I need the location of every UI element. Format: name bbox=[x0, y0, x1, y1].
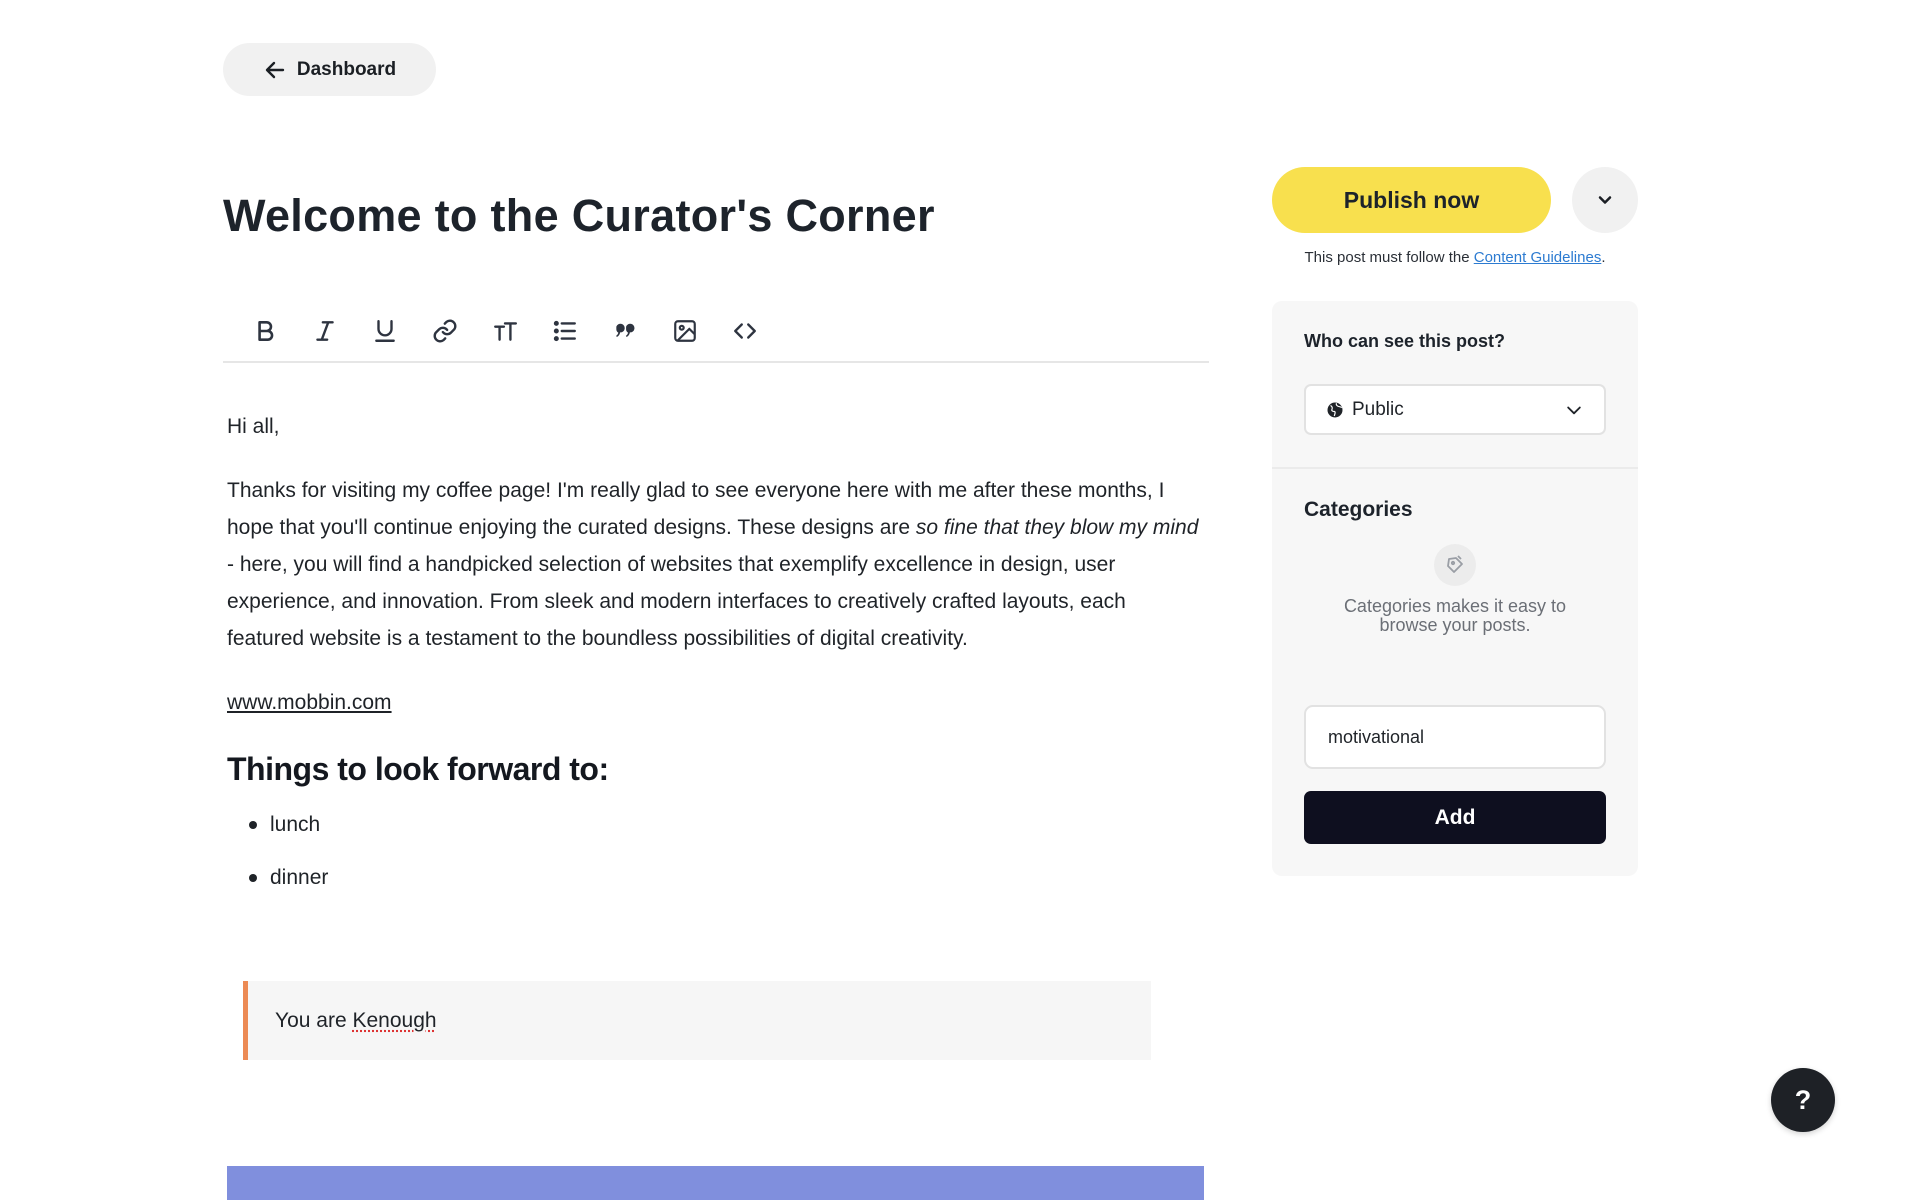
visibility-value: Public bbox=[1352, 399, 1404, 421]
intro-paragraph: Thanks for visiting my coffee page! I'm … bbox=[227, 472, 1207, 657]
link-icon bbox=[432, 318, 458, 344]
formatting-toolbar bbox=[223, 300, 1209, 363]
visibility-select[interactable]: Public bbox=[1304, 384, 1606, 435]
list-icon bbox=[552, 318, 578, 344]
post-body-editor[interactable]: Hi all, Thanks for visiting my coffee pa… bbox=[227, 408, 1207, 912]
arrow-left-icon bbox=[263, 58, 287, 82]
misspelled-word: Kenough bbox=[352, 1009, 436, 1033]
note-suffix: . bbox=[1601, 249, 1605, 266]
tag-icon-badge bbox=[1434, 544, 1476, 586]
categories-label: Categories bbox=[1304, 498, 1413, 522]
insert-image-button[interactable] bbox=[655, 309, 715, 353]
blockquote-button[interactable] bbox=[595, 309, 655, 353]
card-divider bbox=[1272, 467, 1638, 469]
content-guidelines-link[interactable]: Content Guidelines bbox=[1474, 249, 1602, 266]
link-button[interactable] bbox=[415, 309, 475, 353]
tag-icon bbox=[1443, 553, 1467, 577]
bold-icon bbox=[252, 318, 278, 344]
add-category-button[interactable]: Add bbox=[1304, 791, 1606, 844]
code-icon bbox=[732, 318, 758, 344]
chevron-down-icon bbox=[1564, 400, 1584, 420]
text-size-button[interactable] bbox=[475, 309, 535, 353]
italic-button[interactable] bbox=[295, 309, 355, 353]
underline-button[interactable] bbox=[355, 309, 415, 353]
code-button[interactable] bbox=[715, 309, 775, 353]
post-settings-card: Who can see this post? Public Categories… bbox=[1272, 301, 1638, 876]
globe-icon bbox=[1326, 401, 1344, 419]
list-item: dinner bbox=[247, 859, 1207, 896]
publish-now-button[interactable]: Publish now bbox=[1272, 167, 1551, 233]
visibility-label: Who can see this post? bbox=[1304, 331, 1505, 352]
bullet-list: lunch dinner bbox=[227, 806, 1207, 896]
list-item: lunch bbox=[247, 806, 1207, 843]
post-title[interactable]: Welcome to the Curator's Corner bbox=[223, 190, 935, 242]
quote-icon bbox=[612, 318, 638, 344]
categories-help-text: Categories makes it easy to browse your … bbox=[1320, 597, 1590, 635]
intro-italic-text: so fine that they blow my mind bbox=[916, 516, 1198, 539]
back-to-dashboard-button[interactable]: Dashboard bbox=[223, 43, 436, 96]
intro-text-end: - here, you will find a handpicked selec… bbox=[227, 553, 1126, 650]
help-button[interactable]: ? bbox=[1771, 1068, 1835, 1132]
publish-options-button[interactable] bbox=[1572, 167, 1638, 233]
bold-button[interactable] bbox=[235, 309, 295, 353]
chevron-down-icon bbox=[1595, 190, 1615, 210]
website-link[interactable]: www.mobbin.com bbox=[227, 691, 392, 714]
content-guidelines-note: This post must follow the Content Guidel… bbox=[1272, 249, 1638, 266]
image-icon bbox=[672, 318, 698, 344]
bullet-list-button[interactable] bbox=[535, 309, 595, 353]
quote-text-start: You are bbox=[275, 1009, 352, 1033]
section-heading: Things to look forward to: bbox=[227, 748, 1207, 790]
text-size-icon bbox=[492, 318, 518, 344]
cover-image-block bbox=[227, 1166, 1204, 1200]
italic-icon bbox=[312, 318, 338, 344]
category-input[interactable] bbox=[1304, 705, 1606, 769]
note-prefix: This post must follow the bbox=[1305, 249, 1474, 266]
back-button-label: Dashboard bbox=[297, 59, 396, 81]
blockquote[interactable]: You are Kenough bbox=[243, 981, 1151, 1060]
link-paragraph: www.mobbin.com bbox=[227, 684, 1207, 721]
underline-icon bbox=[372, 318, 398, 344]
greeting-paragraph: Hi all, bbox=[227, 408, 1207, 445]
